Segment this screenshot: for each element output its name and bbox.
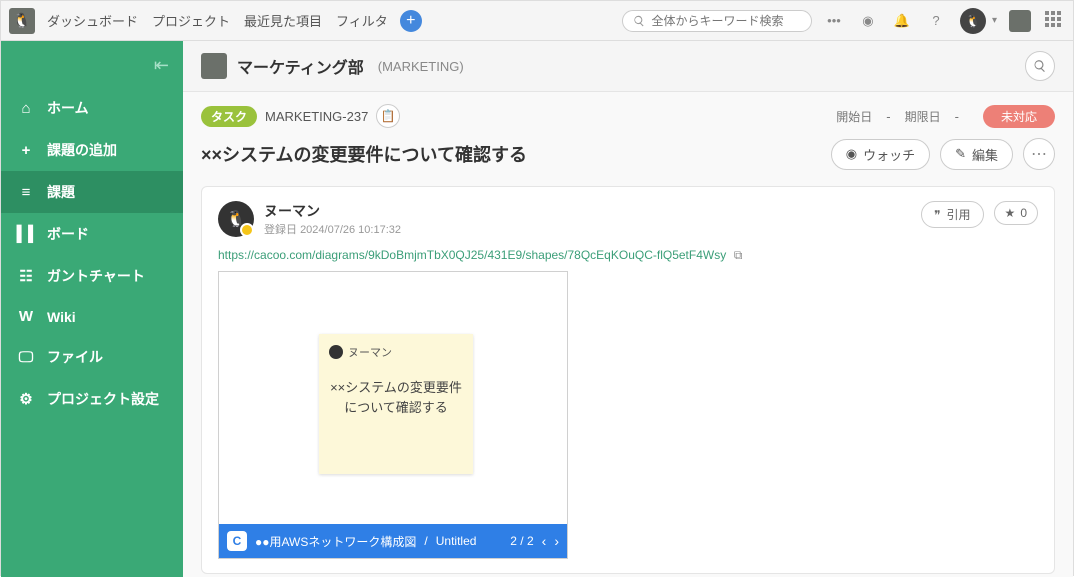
sidebar-label: Wiki [47,309,76,325]
sidebar-icon: ⌂ [17,100,35,117]
issue-type-badge: タスク [201,106,257,127]
search-input[interactable] [651,14,801,28]
apps-grid-icon[interactable] [1045,11,1065,31]
more-actions-button[interactable]: ⋯ [1023,138,1055,170]
issue-title: ××システムの変更要件について確認する [201,141,821,167]
search-icon [633,14,645,28]
sidebar-icon: + [17,142,35,159]
embed-sheet[interactable]: Untitled [436,534,477,548]
sidebar-label: 課題 [47,182,75,202]
embed-title[interactable]: ●●用AWSネットワーク構成図 [255,533,416,550]
sticky-avatar [329,345,343,359]
sidebar-label: 課題の追加 [47,140,117,160]
cacoo-embed: ヌーマン ××システムの変更要件について確認する C ●●用AWSネットワーク構… [218,271,568,559]
sticky-note: ヌーマン ××システムの変更要件について確認する [319,334,473,474]
sidebar-item-2[interactable]: ≡ 課題 [1,171,183,213]
sidebar-icon: ☷ [17,267,35,285]
add-button[interactable]: + [400,10,422,32]
embed-page: 2 / 2 [510,534,533,548]
project-search-icon[interactable] [1025,51,1055,81]
sidebar-label: ファイル [47,347,103,367]
sidebar-label: ガントチャート [47,266,145,286]
sidebar-item-4[interactable]: ☷ ガントチャート [1,255,183,297]
eye-icon: ◉ [846,146,857,162]
quote-icon: ❞ [934,208,940,222]
sidebar-icon: 🖵 [17,349,35,366]
comment-date: 登録日 2024/07/26 10:17:32 [264,221,401,237]
sidebar-item-6[interactable]: 🖵 ファイル [1,336,183,378]
bell-icon[interactable]: 🔔 [890,9,914,33]
nav-project[interactable]: プロジェクト [152,11,230,30]
sidebar-label: ホーム [47,98,89,118]
cacoo-icon: C [227,531,247,551]
caret-down-icon[interactable]: ▾ [992,15,997,26]
cacoo-link[interactable]: https://cacoo.com/diagrams/9kDoBmjmTbX0Q… [218,248,726,262]
status-badge[interactable]: 未対応 [983,105,1055,128]
global-search[interactable] [622,10,812,32]
space-icon[interactable] [1009,10,1031,32]
eye-icon[interactable]: ◉ [856,9,880,33]
sidebar-item-7[interactable]: ⚙ プロジェクト設定 [1,378,183,420]
start-date-value: - [886,109,890,124]
watch-button[interactable]: ◉ウォッチ [831,139,930,170]
due-date-value: - [955,109,959,124]
project-key: (MARKETING) [378,59,464,74]
sidebar-icon: ≡ [17,184,35,201]
prev-page-icon[interactable]: ‹ [542,533,547,549]
sidebar-item-0[interactable]: ⌂ ホーム [1,87,183,129]
app-logo[interactable]: 🐧 [9,8,35,34]
help-icon[interactable]: ? [924,9,948,33]
comment-avatar[interactable]: 🐧 [218,201,254,237]
project-name: マーケティング部 [237,54,364,78]
sidebar-label: プロジェクト設定 [47,389,159,409]
nav-filter[interactable]: フィルタ [336,11,388,30]
pencil-icon: ✎ [955,146,966,162]
sidebar-icon: W [17,308,35,325]
copy-issue-icon[interactable]: 📋 [376,104,400,128]
user-avatar[interactable]: 🐧 [960,8,986,34]
more-icon[interactable]: ••• [822,9,846,33]
comment-author: ヌーマン [264,201,401,221]
comment-card: 🐧 ヌーマン 登録日 2024/07/26 10:17:32 ❞引用 ★0 ht… [201,186,1055,574]
star-button[interactable]: ★0 [994,201,1038,225]
sidebar-icon: ⚙ [17,390,35,408]
due-date-label: 期限日 [905,108,941,125]
star-icon: ★ [1005,206,1016,220]
sticky-author: ヌーマン [348,344,392,360]
sidebar-item-1[interactable]: + 課題の追加 [1,129,183,171]
edit-button[interactable]: ✎編集 [940,139,1013,170]
sidebar-item-3[interactable]: ▍▍ ボード [1,213,183,255]
issue-key[interactable]: MARKETING-237 [265,109,368,124]
sidebar-label: ボード [47,224,89,244]
start-date-label: 開始日 [836,108,872,125]
quote-button[interactable]: ❞引用 [921,201,983,228]
project-icon [201,53,227,79]
collapse-sidebar-icon[interactable]: ⇤ [154,55,169,76]
sidebar-item-5[interactable]: W Wiki [1,297,183,336]
copy-link-icon[interactable]: ⧉ [734,248,743,262]
nav-recent[interactable]: 最近見た項目 [244,11,322,30]
sticky-text: ××システムの変更要件について確認する [329,378,463,417]
next-page-icon[interactable]: › [554,533,559,549]
sidebar: ⇤ ⌂ ホーム + 課題の追加 ≡ 課題 ▍▍ ボード ☷ ガントチャート W Wiki 🖵 ファイル ⚙ プ… [1,41,183,577]
nav-dashboard[interactable]: ダッシュボード [47,11,138,30]
sidebar-icon: ▍▍ [17,225,35,243]
